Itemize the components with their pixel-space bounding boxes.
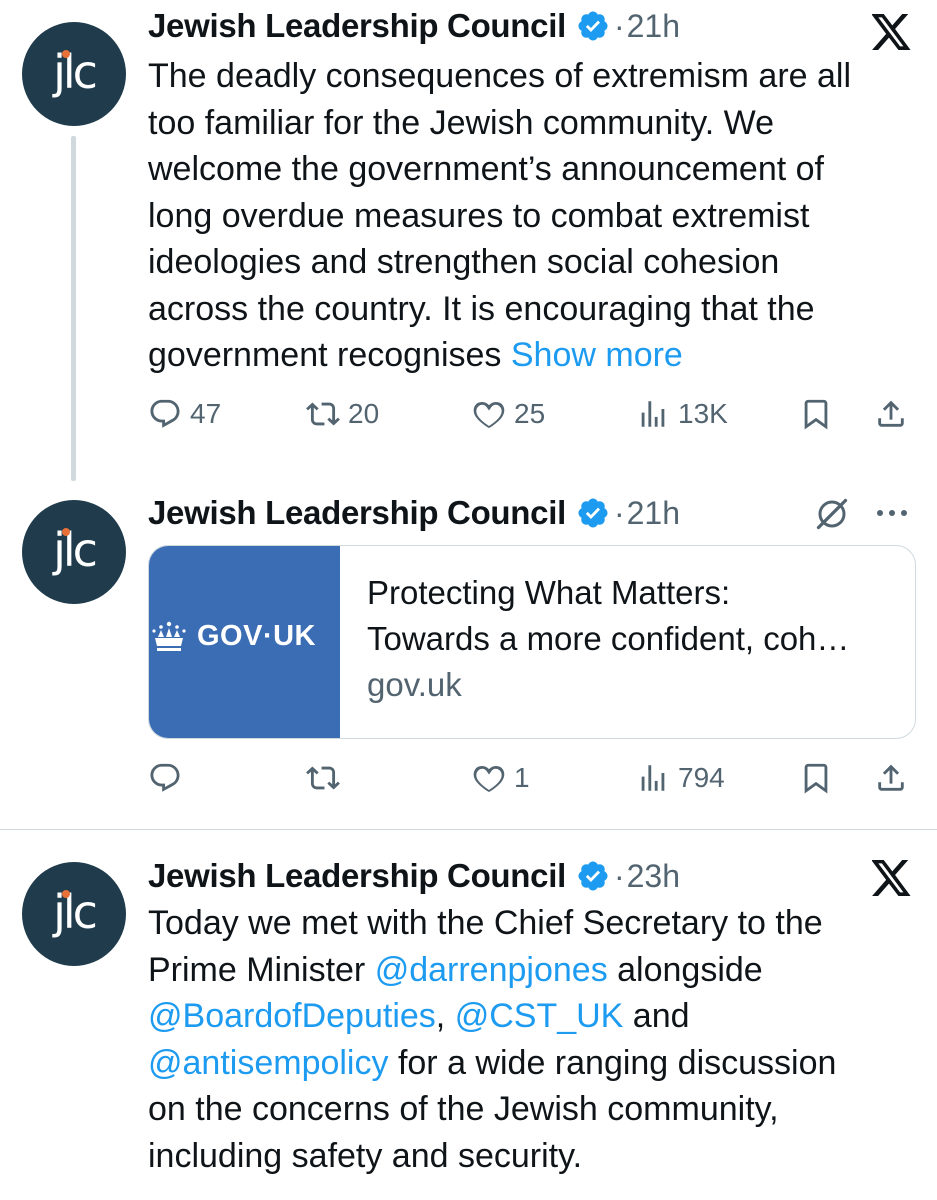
heart-icon: [473, 401, 505, 428]
repost-icon: [306, 766, 340, 790]
link-card[interactable]: GOV·UK Protecting What Matters: Towards …: [148, 545, 916, 739]
card-title: Protecting What Matters:: [367, 574, 731, 611]
show-more-link[interactable]: Show more: [511, 336, 683, 374]
timestamp[interactable]: 21h: [627, 8, 680, 45]
views-button[interactable]: 794: [636, 756, 725, 800]
heart-icon: [473, 765, 505, 792]
timestamp[interactable]: 23h: [627, 858, 680, 895]
tweet-header: Jewish Leadership Council · 23h: [148, 854, 680, 898]
tweet-actions: 1 794: [148, 756, 918, 800]
avatar[interactable]: jlc: [22, 862, 126, 966]
views-button[interactable]: 13K: [636, 392, 728, 436]
avatar[interactable]: jlc: [22, 22, 126, 126]
views-icon: [641, 765, 665, 791]
x-logo-icon[interactable]: [872, 860, 912, 896]
author-name[interactable]: Jewish Leadership Council: [148, 857, 566, 895]
separator-dot: ·: [613, 7, 625, 44]
tweet-header: Jewish Leadership Council · 21h: [148, 491, 680, 535]
bookmark-button[interactable]: [799, 392, 833, 436]
reply-icon: [150, 763, 180, 792]
separator-dot: ·: [613, 494, 625, 531]
like-button[interactable]: 1: [472, 756, 530, 800]
reply-button[interactable]: 47: [148, 392, 221, 436]
repost-icon: [306, 402, 340, 426]
bookmark-button[interactable]: [799, 756, 833, 800]
share-button[interactable]: [874, 756, 908, 800]
views-icon: [641, 401, 665, 427]
mention-link[interactable]: @antisempolicy: [148, 1044, 389, 1082]
repost-button[interactable]: 20: [306, 392, 379, 436]
bookmark-icon: [804, 763, 828, 794]
govuk-logo: GOV·UK: [197, 620, 316, 652]
mention-link[interactable]: @BoardofDeputies: [148, 997, 436, 1035]
tweet-header: Jewish Leadership Council · 21h: [148, 4, 680, 48]
tweet-text: Today we met with the Chief Secretary to…: [148, 904, 837, 1175]
feed-divider: [0, 829, 937, 830]
author-name[interactable]: Jewish Leadership Council: [148, 7, 566, 45]
x-logo-icon[interactable]: [872, 14, 912, 50]
share-button[interactable]: [874, 392, 908, 436]
verified-badge-icon: [578, 11, 608, 41]
more-icon[interactable]: [874, 500, 910, 526]
timestamp[interactable]: 21h: [627, 495, 680, 532]
card-domain: gov.uk: [367, 666, 462, 703]
avatar[interactable]: jlc: [22, 500, 126, 604]
like-button[interactable]: 25: [472, 392, 545, 436]
mention-link[interactable]: @CST_UK: [455, 997, 624, 1035]
author-name[interactable]: Jewish Leadership Council: [148, 494, 566, 532]
mention-link[interactable]: @darrenpjones: [375, 951, 608, 989]
bookmark-icon: [804, 399, 828, 430]
share-icon: [878, 400, 904, 427]
separator-dot: ·: [613, 857, 625, 894]
verified-badge-icon: [578, 861, 608, 891]
card-title-2: Towards a more confident, coh…: [367, 620, 850, 657]
grok-icon[interactable]: [814, 496, 850, 532]
card-text: Protecting What Matters: Towards a more …: [367, 570, 849, 708]
repost-button[interactable]: [306, 756, 340, 800]
share-icon: [878, 764, 904, 791]
card-thumbnail: GOV·UK: [149, 546, 340, 738]
thread-line: [71, 136, 76, 481]
reply-icon: [150, 399, 180, 428]
verified-badge-icon: [578, 498, 608, 528]
tweet-actions: 47 20 25 13K: [148, 392, 918, 436]
crown-icon: [152, 621, 186, 651]
reply-button[interactable]: [148, 756, 182, 800]
tweet-text: The deadly consequences of extremism are…: [148, 57, 852, 374]
